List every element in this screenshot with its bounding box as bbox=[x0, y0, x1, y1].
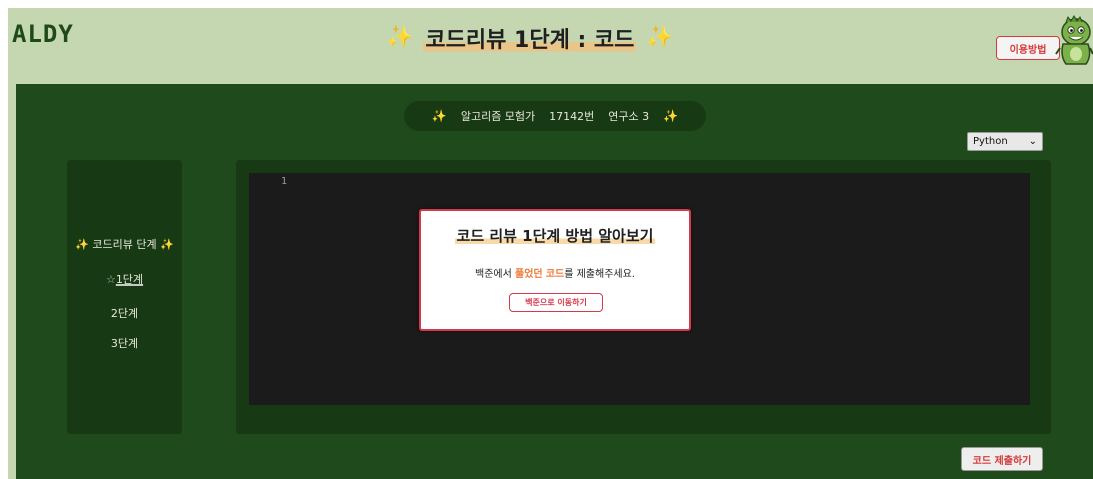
sidebar-item-step-1[interactable]: ☆1단계 bbox=[67, 271, 182, 287]
sparkle-icon: ✨ bbox=[431, 109, 447, 123]
language-selected-value: Python bbox=[973, 136, 1008, 147]
sparkle-icon: ✨ bbox=[386, 25, 414, 50]
page-title-wrap: ✨ 코드리뷰 1단계 : 코드 ✨ bbox=[386, 22, 674, 54]
problem-name: 연구소 3 bbox=[608, 110, 650, 123]
problem-info-pill: ✨ 알고리즘 모험가 17142번 연구소 3 ✨ bbox=[404, 101, 706, 131]
line-number: 1 bbox=[281, 176, 288, 187]
modal-desc-highlight-code: 코드 bbox=[545, 269, 565, 280]
review-step-sidebar: ✨ 코드리뷰 단계 ✨ ☆1단계 2단계 3단계 bbox=[67, 160, 182, 434]
sidebar-heading: ✨ 코드리뷰 단계 ✨ bbox=[67, 236, 182, 252]
modal-description: 백준에서 풀었던 코드를 제출해주세요. bbox=[421, 265, 689, 280]
instruction-modal: 코드 리뷰 1단계 방법 알아보기 백준에서 풀었던 코드를 제출해주세요. 백… bbox=[419, 209, 691, 331]
modal-desc-prefix: 백준에서 bbox=[475, 269, 512, 280]
dinosaur-mascot-icon bbox=[1055, 15, 1093, 65]
submit-code-button[interactable]: 코드 제출하기 bbox=[961, 447, 1043, 471]
step-label: 3단계 bbox=[110, 337, 139, 350]
logo[interactable]: ALDY bbox=[12, 20, 74, 48]
help-button[interactable]: 이용방법 bbox=[996, 36, 1060, 60]
modal-desc-suffix: 를 제출해주세요. bbox=[564, 269, 635, 280]
sidebar-item-step-3[interactable]: 3단계 bbox=[67, 335, 182, 351]
sparkle-icon: ✨ bbox=[663, 109, 679, 123]
page-title: 코드리뷰 1단계 : 코드 bbox=[423, 22, 637, 54]
sidebar-heading-label: 코드리뷰 단계 bbox=[92, 238, 157, 251]
modal-title-text: 코드 리뷰 1단계 방법 알아보기 bbox=[454, 227, 656, 245]
header: ALDY ✨ 코드리뷰 1단계 : 코드 ✨ 이용방법 bbox=[8, 8, 1093, 76]
star-icon: ☆ bbox=[105, 273, 116, 286]
sidebar-item-step-2[interactable]: 2단계 bbox=[67, 305, 182, 321]
problem-tier: 알고리즘 모험가 bbox=[460, 110, 536, 123]
step-label: 1단계 bbox=[115, 273, 144, 286]
sparkle-icon: ✨ bbox=[75, 238, 89, 251]
modal-title: 코드 리뷰 1단계 방법 알아보기 bbox=[421, 225, 689, 246]
problem-number: 17142번 bbox=[549, 110, 595, 123]
go-to-baekjoon-button[interactable]: 백준으로 이동하기 bbox=[509, 293, 603, 312]
sparkle-icon: ✨ bbox=[160, 238, 174, 251]
modal-desc-highlight-solved: 풀었던 bbox=[515, 269, 543, 280]
language-select[interactable]: Python ⌄ bbox=[967, 132, 1043, 151]
sparkle-icon: ✨ bbox=[646, 25, 674, 50]
chevron-down-icon: ⌄ bbox=[1028, 136, 1037, 147]
step-label: 2단계 bbox=[110, 307, 139, 320]
